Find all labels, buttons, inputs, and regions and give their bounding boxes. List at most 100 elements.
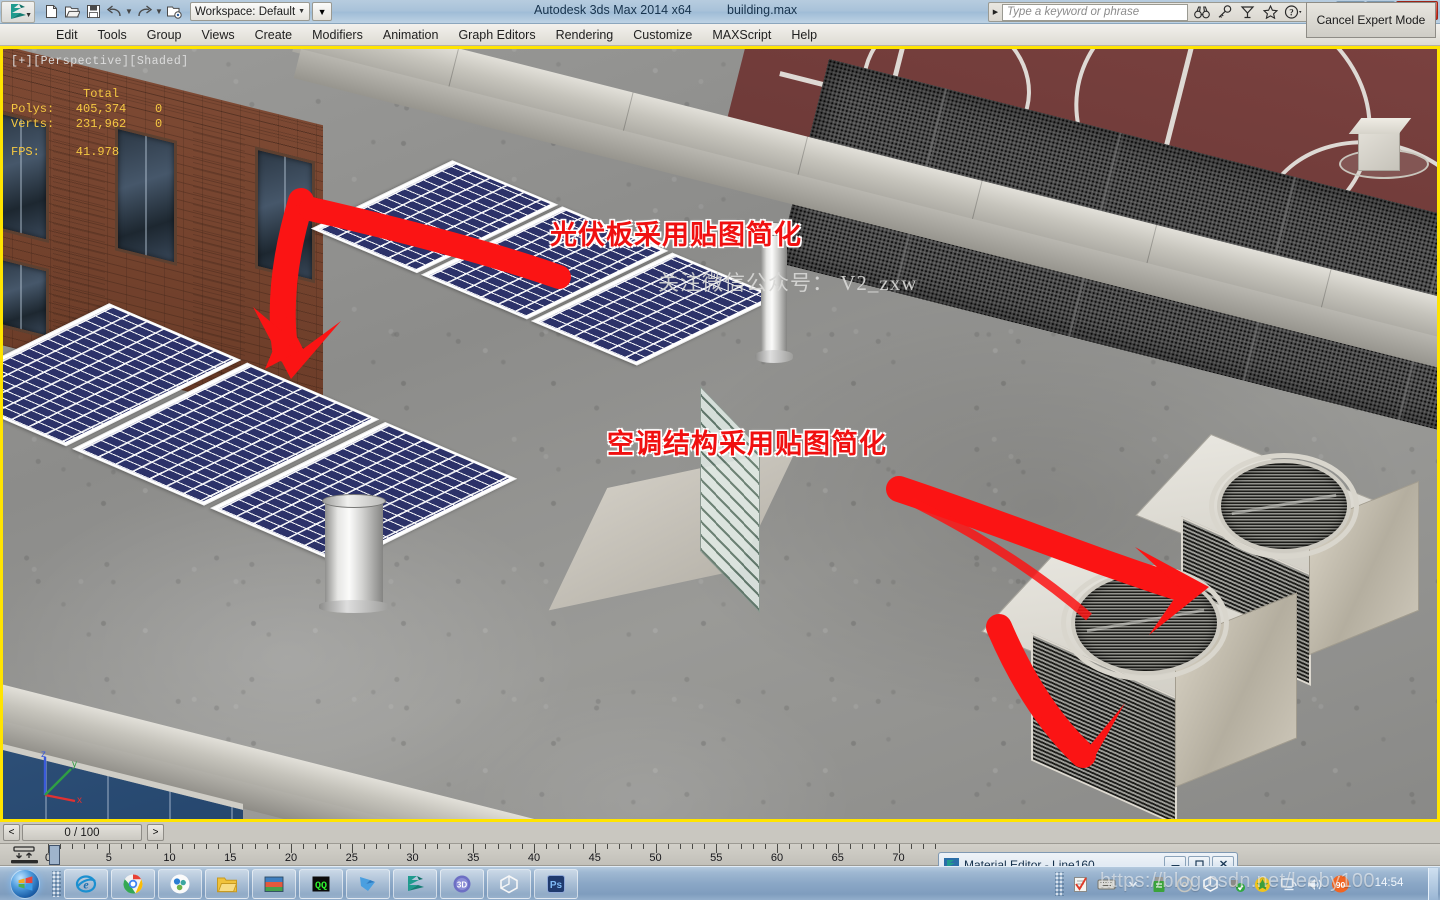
solar-panel-annotation: 光伏板采用贴图简化	[550, 213, 802, 252]
show-desktop-button[interactable]	[1428, 868, 1438, 900]
menu-bar: Edit Tools Group Views Create Modifiers …	[0, 24, 1440, 46]
start-button[interactable]	[1, 868, 49, 900]
svg-text:Ps: Ps	[550, 880, 563, 891]
tray-usb-icon[interactable]	[1149, 875, 1168, 894]
menu-item-rendering[interactable]: Rendering	[546, 26, 624, 44]
timeline-tick	[874, 844, 875, 849]
timeline-tick	[121, 844, 122, 849]
cancel-expert-mode-button[interactable]: Cancel Expert Mode	[1306, 2, 1436, 38]
menu-item-customize[interactable]: Customize	[623, 26, 702, 44]
open-file-icon[interactable]	[62, 2, 82, 22]
workspace-dropdown-button[interactable]: ▼	[312, 2, 332, 21]
viewport-stats-verts: Verts: 231,962 0	[11, 117, 189, 131]
taskbar-google-chrome[interactable]	[111, 869, 155, 899]
timeline-tick-label: 5	[106, 852, 112, 864]
timeline-tick	[376, 844, 377, 849]
hvac-unit-front	[1023, 569, 1323, 819]
timeline-tick	[182, 844, 183, 849]
binoculars-icon[interactable]	[1191, 3, 1212, 21]
menu-item-group[interactable]: Group	[137, 26, 192, 44]
taskbar-clock[interactable]: 14:54	[1357, 877, 1421, 890]
tray-notepad-icon[interactable]	[1071, 875, 1090, 894]
menu-item-create[interactable]: Create	[245, 26, 303, 44]
svg-text:3D: 3D	[457, 880, 467, 889]
undo-dropdown-caret-icon[interactable]: ▼	[125, 7, 133, 16]
menu-item-tools[interactable]: Tools	[88, 26, 137, 44]
timeline-tick-label: 55	[710, 852, 722, 864]
menu-item-help[interactable]: Help	[781, 26, 827, 44]
current-frame-field[interactable]: 0 / 100	[22, 824, 142, 841]
building-window	[255, 146, 315, 283]
timeline-tick-label: 45	[589, 852, 601, 864]
taskbar-browser[interactable]	[158, 869, 202, 899]
redo-icon[interactable]	[134, 2, 154, 22]
help-icon[interactable]: ?	[1283, 3, 1304, 21]
time-slider-handle[interactable]	[49, 845, 60, 865]
tray-keyboard-icon[interactable]	[1097, 875, 1116, 894]
satellite-icon[interactable]	[1237, 3, 1258, 21]
timeline-tick	[522, 844, 523, 849]
menu-item-views[interactable]: Views	[191, 26, 244, 44]
taskbar-grip-handle[interactable]	[52, 871, 61, 897]
save-file-icon[interactable]	[83, 2, 103, 22]
timeline-tick	[801, 844, 802, 849]
taskbar-file-explorer[interactable]	[205, 869, 249, 899]
taskbar-foxmail[interactable]	[346, 869, 390, 899]
tray-grip-handle[interactable]	[1055, 872, 1064, 896]
tray-360-icon[interactable]: 90	[1331, 875, 1350, 894]
previous-frame-button[interactable]: <	[3, 824, 20, 841]
timeline-tick	[510, 844, 511, 849]
timeline-tick	[400, 844, 401, 849]
redo-dropdown-caret-icon[interactable]: ▼	[155, 7, 163, 16]
menu-item-graph-editors[interactable]: Graph Editors	[448, 26, 545, 44]
application-menu-button[interactable]: ▼	[1, 1, 35, 23]
menu-item-animation[interactable]: Animation	[373, 26, 449, 44]
taskbar-3dsmax[interactable]	[393, 869, 437, 899]
taskbar-photoshop[interactable]: Ps	[534, 869, 578, 899]
taskbar-unity[interactable]	[487, 869, 531, 899]
taskbar-sketchup[interactable]: 3D	[440, 869, 484, 899]
timeline-tick-label: 30	[406, 852, 418, 864]
search-input[interactable]: Type a keyword or phrase	[1002, 4, 1188, 21]
tray-unity-icon[interactable]	[1201, 875, 1220, 894]
svg-text:90: 90	[1336, 880, 1346, 890]
workspace-caret-icon: ▼	[298, 8, 305, 15]
star-icon[interactable]	[1260, 3, 1281, 21]
timeline-tick-label: 70	[892, 852, 904, 864]
perspective-viewport[interactable]: 光伏板采用贴图简化 空调结构采用贴图简化 关注微信公众号： V2_zxw [+]…	[0, 46, 1440, 822]
app-root: ▼ ▼ ▼ Workspace: Defau	[0, 0, 1440, 900]
time-slider-bar: < 0 / 100 >	[0, 822, 1440, 844]
workspace-dropdown-caret-icon: ▼	[318, 7, 327, 17]
set-project-folder-icon[interactable]	[164, 2, 184, 22]
menu-item-modifiers[interactable]: Modifiers	[302, 26, 373, 44]
wechat-watermark: 关注微信公众号： V2_zxw	[658, 267, 917, 297]
timeline-tick	[388, 844, 389, 849]
axis-tripod: z x y	[27, 749, 87, 805]
menu-item-maxscript[interactable]: MAXScript	[702, 26, 781, 44]
timeline-tick	[267, 844, 268, 849]
tray-network-icon[interactable]	[1279, 875, 1298, 894]
new-file-icon[interactable]	[41, 2, 61, 22]
undo-icon[interactable]	[104, 2, 124, 22]
tray-expand-caret-icon[interactable]	[1123, 875, 1142, 894]
timeline-tick-label: 35	[467, 852, 479, 864]
taskbar-winrar[interactable]	[252, 869, 296, 899]
timeline-tick	[911, 844, 912, 849]
search-caret-icon[interactable]: ▶	[989, 8, 1002, 16]
timeline-tick-label: 15	[224, 852, 236, 864]
key-icon[interactable]	[1214, 3, 1235, 21]
timeline-tick	[570, 844, 571, 849]
tray-update-icon[interactable]	[1253, 875, 1272, 894]
tray-disc-icon[interactable]	[1175, 875, 1194, 894]
taskbar-qq-music[interactable]: QQ	[299, 869, 343, 899]
file-name-title: building.max	[727, 3, 797, 17]
tray-shield-icon[interactable]	[1227, 875, 1246, 894]
tray-volume-icon[interactable]	[1305, 875, 1324, 894]
menu-item-edit[interactable]: Edit	[46, 26, 88, 44]
set-key-icon[interactable]	[6, 845, 44, 865]
timeline-tick	[84, 844, 85, 849]
workspace-selector[interactable]: Workspace: Default ▼	[190, 2, 310, 21]
timeline-tick-label: 25	[346, 852, 358, 864]
taskbar-internet-explorer[interactable]: e	[64, 869, 108, 899]
next-frame-button[interactable]: >	[147, 824, 164, 841]
